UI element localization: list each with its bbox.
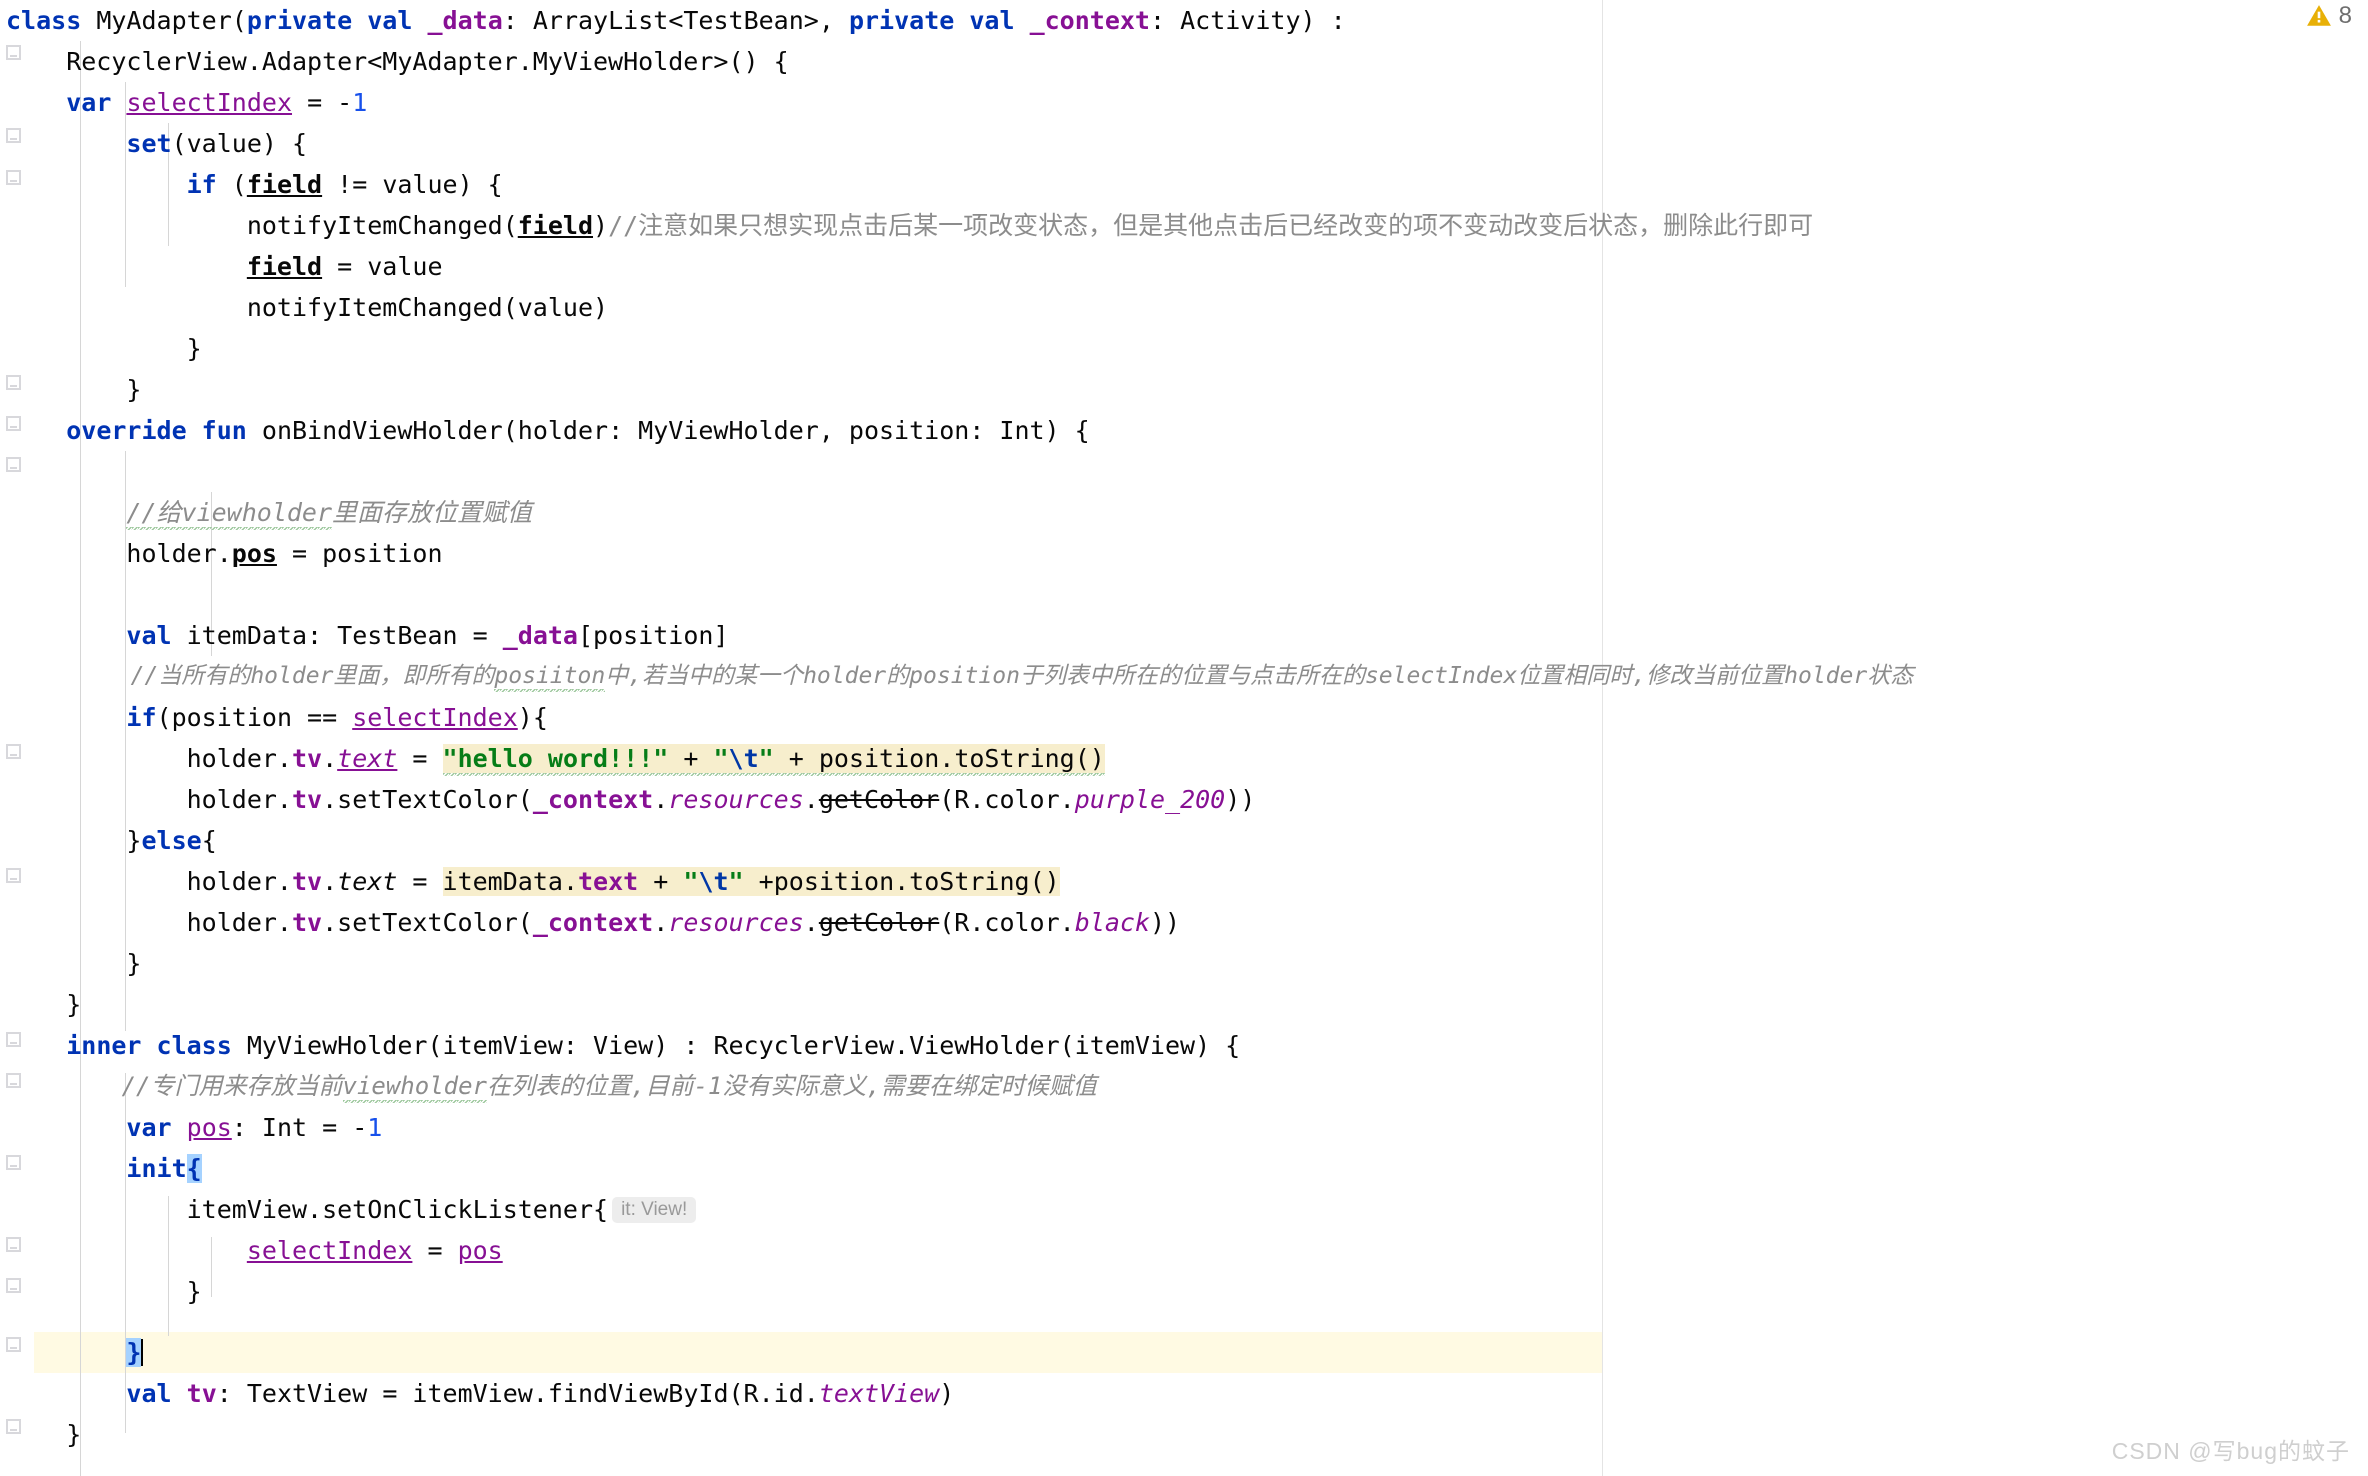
code-editor[interactable]: class MyAdapter(private val _data: Array… xyxy=(0,0,2368,1476)
code-line[interactable]: } xyxy=(6,328,202,369)
code-line[interactable]: } xyxy=(6,984,81,1025)
code-line[interactable]: init{ xyxy=(6,1148,202,1189)
code-line[interactable]: //当所有的holder里面，即所有的posiiton中,若当中的某一个hold… xyxy=(6,656,1913,697)
code-line[interactable]: holder.tv.setTextColor(_context.resource… xyxy=(6,902,1180,943)
warning-triangle-icon xyxy=(2306,5,2331,26)
code-line[interactable]: } xyxy=(6,369,141,410)
code-line[interactable]: if (field != value) { xyxy=(6,164,503,205)
code-line[interactable]: }else{ xyxy=(6,820,216,861)
code-line[interactable]: } xyxy=(6,943,141,984)
code-line[interactable]: notifyItemChanged(value) xyxy=(6,287,608,328)
code-line[interactable]: val tv: TextView = itemView.findViewById… xyxy=(6,1373,954,1414)
code-line[interactable]: selectIndex = pos xyxy=(6,1230,503,1271)
code-line[interactable]: holder.pos = position xyxy=(6,533,442,574)
code-line[interactable]: } xyxy=(6,1414,81,1455)
code-line[interactable]: holder.tv.text = "hello word!!!" + "\t" … xyxy=(6,738,1105,779)
code-line[interactable]: override fun onBindViewHolder(holder: My… xyxy=(6,410,1090,451)
code-line[interactable]: holder.tv.setTextColor(_context.resource… xyxy=(6,779,1256,820)
code-line[interactable]: val itemData: TestBean = _data[position] xyxy=(6,615,728,656)
code-line[interactable]: field = value xyxy=(6,246,443,287)
code-line[interactable]: var selectIndex = -1 xyxy=(6,82,367,123)
watermark-text: CSDN @写bug的蚊子 xyxy=(2111,1438,2350,1464)
code-line[interactable]: inner class MyViewHolder(itemView: View)… xyxy=(6,1025,1240,1066)
warning-count: 8 xyxy=(2338,2,2352,29)
code-line[interactable]: } xyxy=(6,1271,202,1312)
code-line[interactable]: if(position == selectIndex){ xyxy=(6,697,547,738)
code-content[interactable]: class MyAdapter(private val _data: Array… xyxy=(0,0,2368,1476)
text-caret xyxy=(141,1339,144,1366)
code-line[interactable]: //专门用来存放当前viewholder在列表的位置,目前-1没有实际意义,需要… xyxy=(6,1066,1097,1107)
code-line[interactable]: RecyclerView.Adapter<MyAdapter.MyViewHol… xyxy=(6,41,788,82)
code-line[interactable]: class MyAdapter(private val _data: Array… xyxy=(6,0,1346,41)
code-line[interactable]: notifyItemChanged(field)//注意如果只想实现点击后某一项… xyxy=(6,205,1813,246)
code-line[interactable]: set(value) { xyxy=(6,123,307,164)
status-badge[interactable]: 8 xyxy=(2306,2,2352,30)
code-line[interactable]: } xyxy=(6,1332,144,1373)
code-line[interactable]: holder.tv.text = itemData.text + "\t" +p… xyxy=(6,861,1060,902)
code-line[interactable]: var pos: Int = -1 xyxy=(6,1107,382,1148)
code-line[interactable]: itemView.setOnClickListener{it: View! xyxy=(6,1189,700,1230)
inline-parameter-hint: it: View! xyxy=(612,1197,697,1223)
code-line[interactable]: //给viewholder里面存放位置赋值 xyxy=(6,492,532,533)
